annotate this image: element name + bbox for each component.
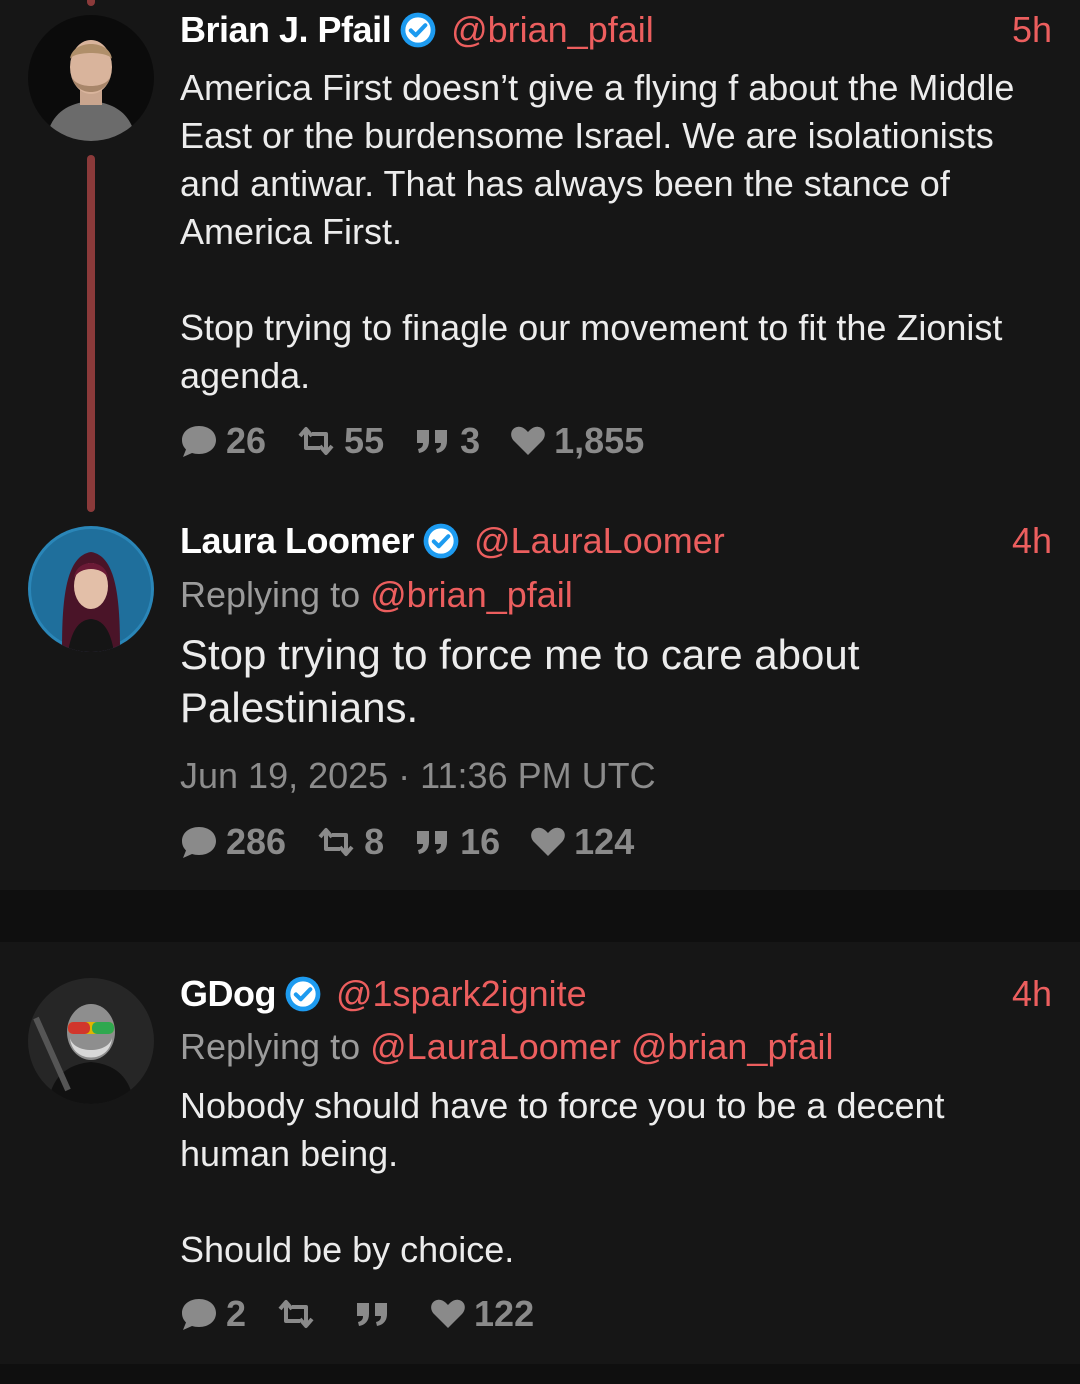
tweet-text-paragraph: Should be by choice. [180, 1229, 515, 1270]
tweet-body: America First doesn’t give a flying f ab… [180, 64, 1052, 400]
replying-to-line: Replying to @brian_pfail [180, 574, 573, 616]
tweet-header: Laura Loomer @LauraLoomer 4h [180, 519, 1052, 563]
like-count: 122 [474, 1293, 535, 1334]
reply-mention[interactable]: @LauraLoomer [370, 1026, 621, 1067]
heart-icon [511, 426, 545, 455]
tweet-gdog[interactable]: GDog @1spark2ignite 4h Replying to @Laur… [0, 942, 1080, 1364]
like-stat[interactable]: 124 [530, 821, 634, 863]
verified-badge-icon [285, 976, 321, 1012]
reply-mention[interactable]: @brian_pfail [370, 574, 573, 615]
timestamp[interactable]: 5h [1012, 9, 1052, 51]
reply-count: 286 [226, 821, 287, 862]
tweet-stats: 26 55 3 1,855 [180, 419, 674, 463]
avatar[interactable] [28, 978, 154, 1104]
username[interactable]: @1spark2ignite [336, 973, 587, 1015]
avatar-image [28, 15, 154, 141]
reply-container: GDog @1spark2ignite 4h Replying to @Laur… [0, 942, 1080, 1364]
reply-stat[interactable]: 286 [180, 821, 286, 863]
tweet-header: Brian J. Pfail @brian_pfail 5h [180, 8, 1052, 52]
username[interactable]: @LauraLoomer [474, 520, 725, 562]
verified-badge-icon [400, 12, 436, 48]
tweet-text-paragraph: Stop trying to finagle our movement to f… [180, 307, 1003, 396]
timestamp[interactable]: 4h [1012, 520, 1052, 562]
thread-container: Brian J. Pfail @brian_pfail 5h America F… [0, 0, 1080, 890]
display-name[interactable]: GDog [180, 973, 276, 1015]
replying-to-line: Replying to @LauraLoomer @brian_pfail [180, 1026, 834, 1068]
heart-icon [431, 1299, 465, 1328]
like-stat[interactable]: 1,855 [510, 420, 644, 462]
tweet-body: Nobody should have to force you to be a … [180, 1082, 1052, 1274]
quote-icon [357, 1303, 388, 1326]
reply-count: 26 [226, 420, 267, 461]
tweet-text-paragraph: Stop trying to force me to care about Pa… [180, 631, 860, 731]
avatar[interactable] [28, 526, 154, 652]
tweet-brian-pfail[interactable]: Brian J. Pfail @brian_pfail 5h America F… [0, 0, 1080, 510]
tweet-body: Stop trying to force me to care about Pa… [180, 628, 1052, 734]
retweet-stat[interactable]: 55 [296, 420, 384, 462]
tweet-text-paragraph: America First doesn’t give a flying f ab… [180, 67, 1015, 252]
retweet-count: 8 [364, 821, 385, 862]
quote-icon [417, 430, 448, 453]
quote-count: 3 [460, 420, 481, 461]
tweet-stats: 286 8 16 124 [180, 820, 664, 864]
reply-count: 2 [226, 1293, 247, 1334]
heart-icon [531, 827, 565, 856]
verified-badge-icon [423, 523, 459, 559]
like-count: 124 [574, 821, 635, 862]
retweet-count: 55 [344, 420, 385, 461]
tweet-stats: 2 122 [180, 1292, 564, 1336]
like-count: 1,855 [554, 420, 645, 461]
replying-to-label: Replying to [180, 574, 361, 615]
retweet-stat[interactable]: 8 [316, 821, 384, 863]
reply-mention[interactable]: @brian_pfail [631, 1026, 834, 1067]
replying-to-label: Replying to [180, 1026, 361, 1067]
reply-stat[interactable]: 26 [180, 420, 266, 462]
tweet-header: GDog @1spark2ignite 4h [180, 972, 1052, 1016]
quote-stat[interactable] [354, 1299, 400, 1329]
comment-icon [182, 827, 216, 858]
retweet-icon [318, 828, 354, 856]
timestamp[interactable]: 4h [1012, 973, 1052, 1015]
display-name[interactable]: Laura Loomer [180, 520, 415, 562]
tweet-text-paragraph: Nobody should have to force you to be a … [180, 1085, 945, 1174]
quote-icon [417, 831, 448, 854]
avatar[interactable] [28, 15, 154, 141]
quote-count: 16 [460, 821, 501, 862]
quote-stat[interactable]: 16 [414, 821, 500, 863]
retweet-icon [298, 427, 334, 455]
reply-stat[interactable]: 2 [180, 1293, 246, 1335]
comment-icon [182, 426, 216, 457]
quote-stat[interactable]: 3 [414, 420, 480, 462]
tweet-laura-loomer[interactable]: Laura Loomer @LauraLoomer 4h Replying to… [0, 510, 1080, 890]
like-stat[interactable]: 122 [430, 1293, 534, 1335]
comment-icon [182, 1299, 216, 1330]
username[interactable]: @brian_pfail [451, 9, 654, 51]
avatar-image [28, 526, 154, 652]
retweet-stat[interactable] [276, 1299, 324, 1329]
display-name[interactable]: Brian J. Pfail [180, 9, 392, 51]
avatar-image [28, 978, 154, 1104]
tweet-date[interactable]: Jun 19, 2025 · 11:36 PM UTC [180, 755, 656, 797]
thread-connector-line [87, 155, 95, 512]
retweet-icon [278, 1300, 314, 1328]
